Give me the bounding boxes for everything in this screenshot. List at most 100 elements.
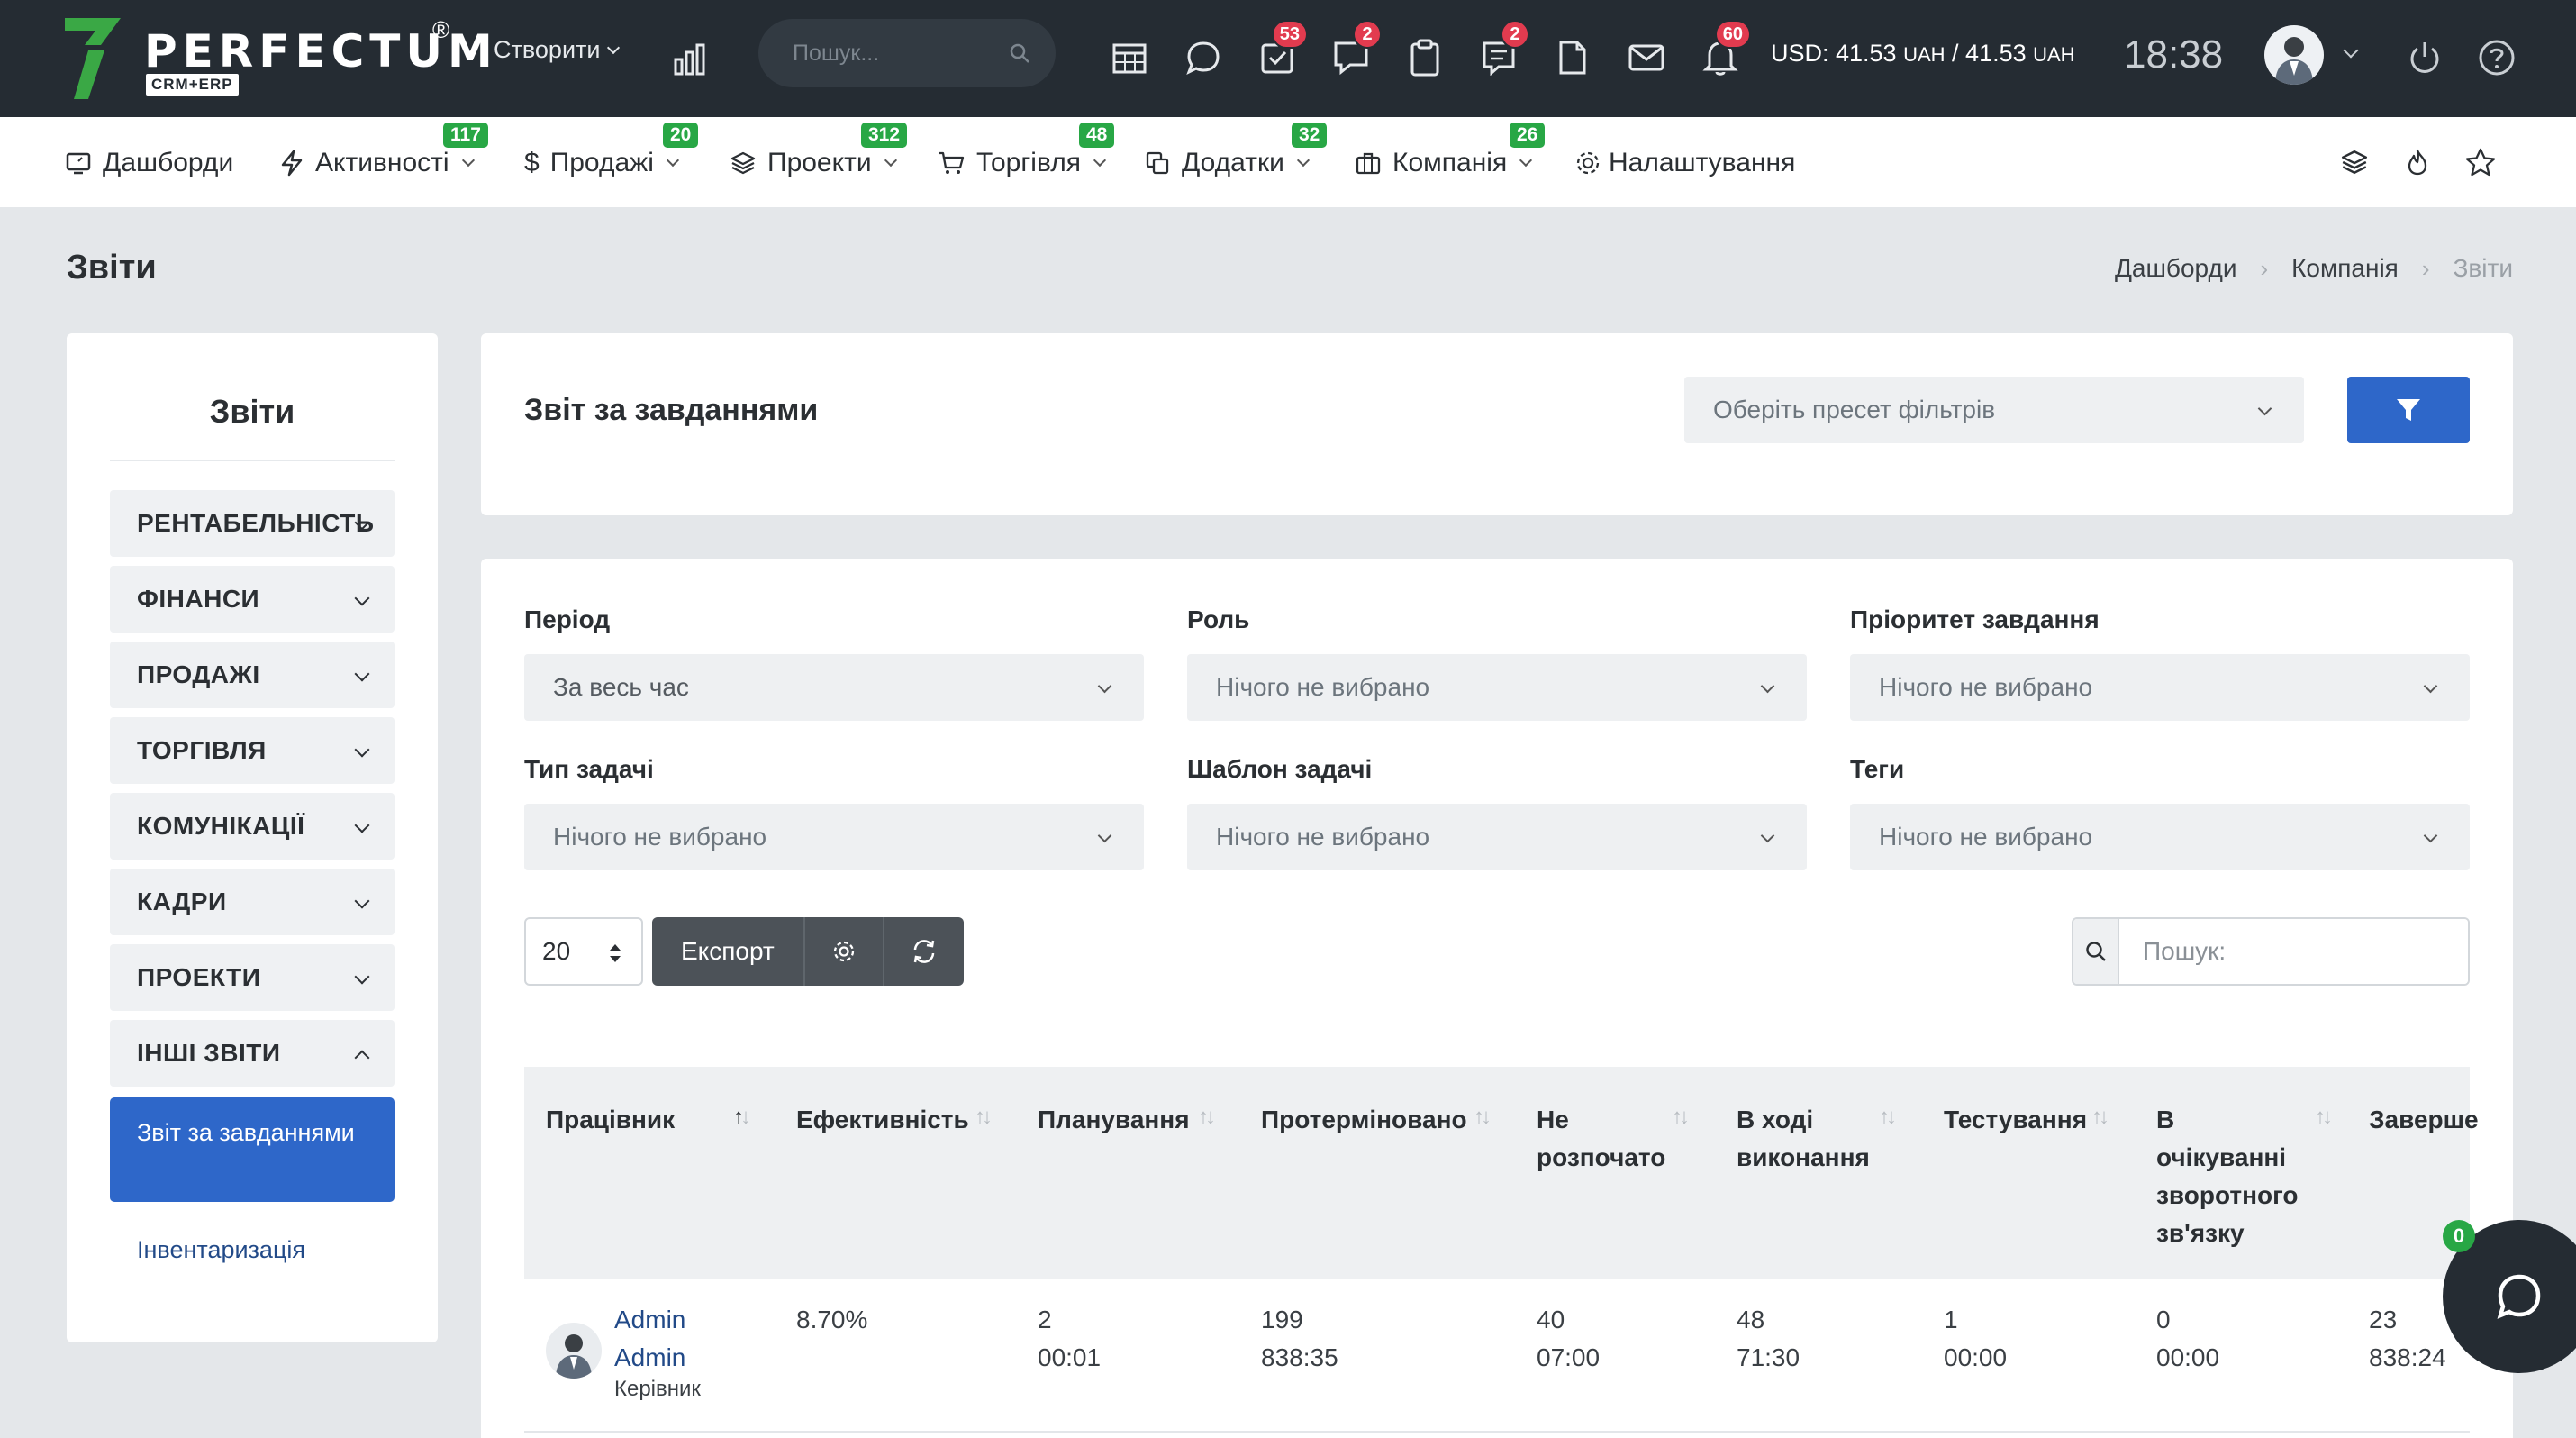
- column-header-efficiency[interactable]: Ефективність: [796, 1101, 969, 1139]
- nav-badge: 20: [663, 123, 699, 148]
- column-header-testing[interactable]: Тестування: [1944, 1101, 2087, 1139]
- power-icon[interactable]: [2405, 38, 2444, 77]
- global-search-input[interactable]: [793, 19, 1009, 87]
- chevron-down-icon: [354, 742, 370, 758]
- sidebar-item-inventory[interactable]: Інвентаризація: [137, 1236, 305, 1264]
- category-other-reports[interactable]: ІНШІ ЗВІТИ: [110, 1020, 395, 1087]
- employee-name-link[interactable]: Admin Admin: [614, 1301, 713, 1377]
- notifications-badge: 60: [1714, 20, 1751, 49]
- chevron-down-icon: [1097, 678, 1112, 694]
- bar-chart-icon[interactable]: [674, 40, 712, 76]
- category-hr[interactable]: КАДРИ: [110, 869, 395, 935]
- table-search-input[interactable]: [2119, 919, 2468, 984]
- tasks-icon[interactable]: 53: [1257, 20, 1308, 77]
- chat-badge: 0: [2443, 1220, 2475, 1252]
- sort-icon[interactable]: ↑↓: [975, 1105, 993, 1130]
- report-body-card: Період За весь час Роль Нічого не вибран…: [481, 559, 2513, 1438]
- category-sales[interactable]: ПРОДАЖІ: [110, 642, 395, 708]
- chevron-down-icon: [354, 590, 370, 606]
- priority-select[interactable]: Нічого не вибрано: [1850, 654, 2470, 721]
- notes-icon[interactable]: 2: [1479, 20, 1529, 77]
- nav-item-addons[interactable]: Додатки 32: [1144, 123, 1328, 186]
- task-template-select[interactable]: Нічого не вибрано: [1187, 804, 1807, 870]
- filter-preset-select[interactable]: Оберіть пресет фільтрів: [1684, 377, 2304, 443]
- user-avatar[interactable]: [2264, 25, 2324, 85]
- bell-icon[interactable]: 60: [1701, 20, 1751, 77]
- page-size-select[interactable]: 20: [524, 917, 643, 986]
- nav-item-projects[interactable]: Проекти 312: [730, 123, 908, 186]
- table-row: Admin Admin Керівник 8.70% 2 00:01 199 838…: [524, 1279, 2470, 1433]
- breadcrumb-item[interactable]: Компанія: [2291, 254, 2399, 283]
- sort-icon[interactable]: ↑↓: [1474, 1105, 1492, 1130]
- page-title: Звіти: [67, 249, 157, 287]
- tags-select[interactable]: Нічого не вибрано: [1850, 804, 2470, 870]
- category-projects[interactable]: ПРОЕКТИ: [110, 944, 395, 1011]
- nav-item-dashboards[interactable]: Дашборди: [65, 141, 233, 186]
- cell-time: 71:30: [1737, 1343, 1800, 1371]
- document-icon[interactable]: [1553, 38, 1592, 77]
- sort-icon[interactable]: ↑↓: [1198, 1105, 1216, 1130]
- star-icon[interactable]: [2463, 144, 2499, 180]
- avatar[interactable]: [546, 1323, 602, 1379]
- nav-label: Торгівля: [976, 148, 1081, 177]
- filter-preset-placeholder: Оберіть пресет фільтрів: [1713, 396, 1996, 423]
- help-icon[interactable]: [2477, 38, 2517, 77]
- category-trade[interactable]: ТОРГІВЛЯ: [110, 717, 395, 784]
- layers-icon[interactable]: [2336, 144, 2372, 180]
- nav-item-sales[interactable]: $ Продажі 20: [524, 123, 699, 186]
- mail-icon[interactable]: [1627, 38, 1666, 77]
- chat-icon[interactable]: [1184, 38, 1223, 77]
- sort-icon[interactable]: ↑↓: [1879, 1105, 1897, 1130]
- sort-icon[interactable]: ↑↓: [2091, 1105, 2109, 1130]
- column-header-awaiting-feedback[interactable]: В очікуванні зворотного зв'язку: [2156, 1101, 2309, 1252]
- currency-unit-2: UAH: [2033, 43, 2075, 66]
- sidebar-item-task-report[interactable]: Звіт за завданнями: [110, 1097, 395, 1202]
- global-search[interactable]: [758, 19, 1056, 87]
- filter-label-role: Роль: [1187, 605, 1250, 633]
- nav-item-activities[interactable]: Активності 117: [279, 123, 488, 186]
- nav-item-settings[interactable]: Налаштування: [1574, 141, 1795, 186]
- search-icon: [2073, 919, 2119, 984]
- breadcrumb-item[interactable]: Дашборди: [2115, 254, 2237, 283]
- apply-filter-button[interactable]: [2347, 377, 2470, 443]
- nav-label: Компанія: [1392, 148, 1508, 177]
- sort-asc-icon[interactable]: ↑↓: [733, 1105, 751, 1130]
- refresh-button[interactable]: [884, 917, 964, 986]
- category-label: РЕНТАБЕЛЬНІСТЬ: [137, 509, 375, 537]
- column-header-not-started[interactable]: Не розпочато: [1537, 1101, 1665, 1177]
- nav-item-company[interactable]: Компанія 26: [1355, 123, 1546, 186]
- category-communications[interactable]: КОМУНІКАЦІЇ: [110, 793, 395, 860]
- app-logo[interactable]: PERFECTUM ® CRM+ERP: [65, 16, 493, 106]
- table-search[interactable]: [2072, 917, 2470, 986]
- column-header-in-progress[interactable]: В ході виконання: [1737, 1101, 1890, 1177]
- create-button[interactable]: Створити: [494, 36, 621, 64]
- export-button[interactable]: Експорт: [652, 917, 805, 986]
- cell-awaiting-feedback: 0 00:00: [2156, 1301, 2219, 1377]
- sort-icon[interactable]: ↑↓: [2315, 1105, 2333, 1130]
- sidebar-title: Звіти: [209, 393, 295, 430]
- task-type-select[interactable]: Нічого не вибрано: [524, 804, 1144, 870]
- logo-mark-icon: [65, 18, 121, 99]
- filter-label-tags: Теги: [1850, 755, 1905, 783]
- role-select[interactable]: Нічого не вибрано: [1187, 654, 1807, 721]
- column-header-completed[interactable]: Заверше: [2369, 1101, 2479, 1139]
- sort-icon[interactable]: ↑↓: [1672, 1105, 1690, 1130]
- period-select[interactable]: За весь час: [524, 654, 1144, 721]
- sort-arrows-icon: [610, 944, 621, 962]
- category-label: ФІНАНСИ: [137, 585, 260, 613]
- comments-icon[interactable]: 2: [1331, 20, 1382, 77]
- create-label: Створити: [494, 36, 601, 63]
- column-header-overdue[interactable]: Протерміновано: [1261, 1101, 1467, 1139]
- category-finance[interactable]: ФІНАНСИ: [110, 566, 395, 633]
- category-profitability[interactable]: РЕНТАБЕЛЬНІСТЬ: [110, 490, 395, 557]
- calendar-icon[interactable]: [1110, 38, 1149, 77]
- copy-icon: [1146, 151, 1169, 175]
- column-header-planning[interactable]: Планування: [1038, 1101, 1190, 1139]
- chevron-down-icon[interactable]: [2343, 42, 2359, 59]
- column-header-employee[interactable]: Працівник: [546, 1101, 675, 1139]
- fire-icon[interactable]: [2399, 144, 2435, 180]
- table-settings-button[interactable]: [804, 917, 884, 986]
- chevron-down-icon: [354, 969, 370, 985]
- clipboard-icon[interactable]: [1405, 38, 1445, 77]
- nav-item-trade[interactable]: Торгівля 48: [937, 123, 1115, 186]
